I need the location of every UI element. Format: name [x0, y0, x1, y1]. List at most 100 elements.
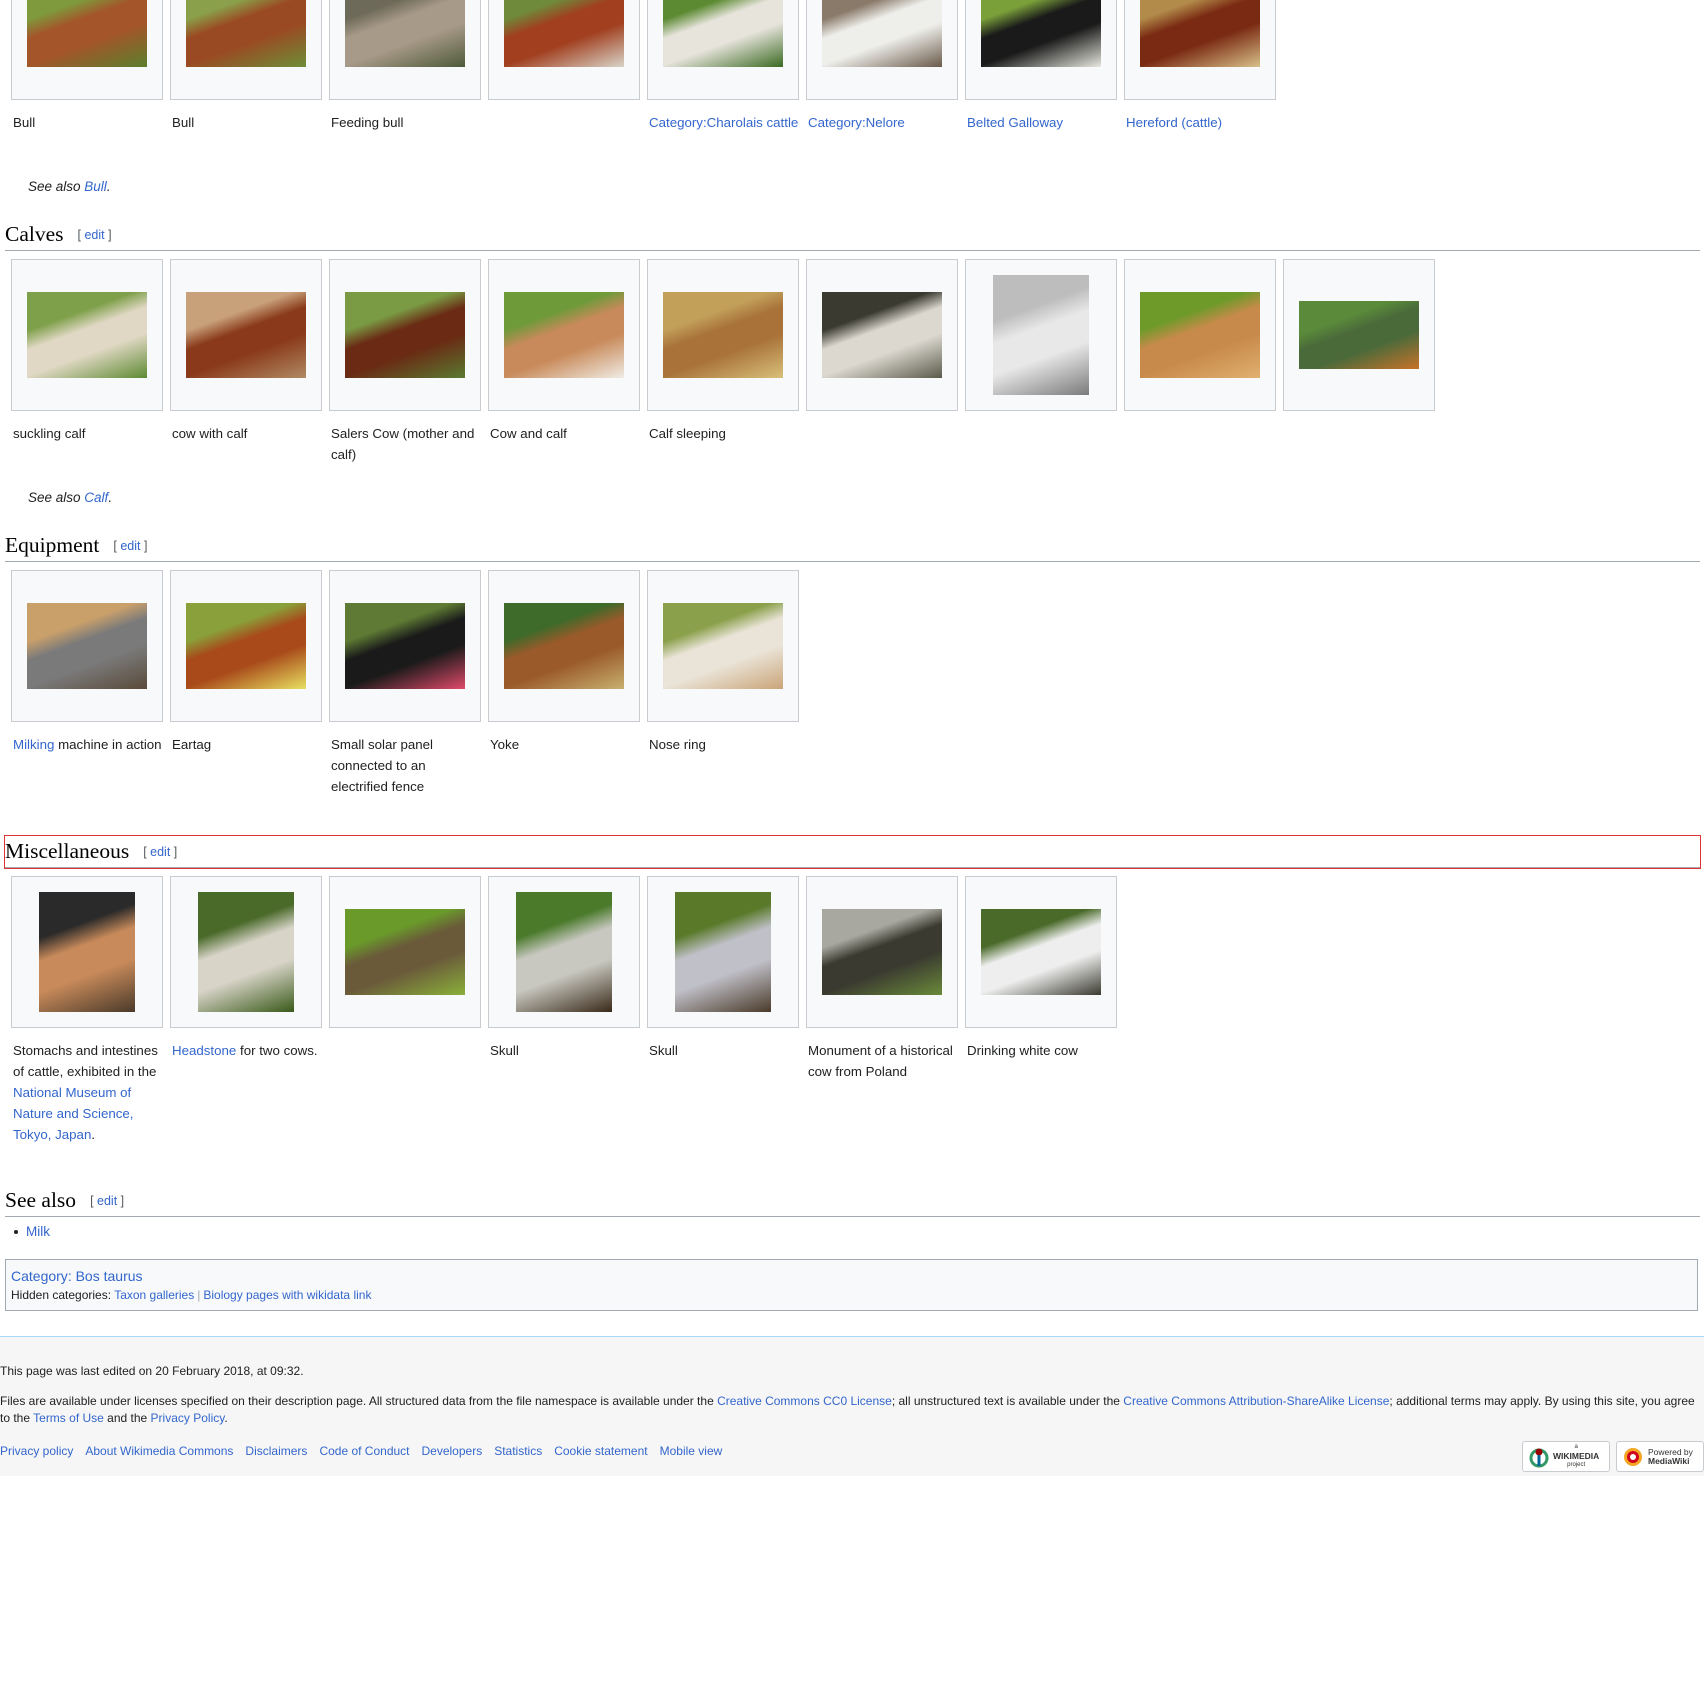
license-link[interactable]: Privacy Policy [151, 1411, 225, 1425]
thumbnail-image[interactable] [822, 292, 942, 378]
see-also-edit-section: [ edit ] [90, 1194, 124, 1208]
thumbnail-frame [329, 259, 481, 411]
thumbnail-frame [1283, 259, 1435, 411]
thumbnail-frame [170, 876, 322, 1028]
thumbnail-image[interactable] [993, 275, 1089, 395]
caption-text: Monument of a historical cow from Poland [808, 1043, 953, 1079]
thumbnail-image[interactable] [1140, 292, 1260, 378]
gallery-caption: Bull [11, 100, 165, 133]
thumbnail-frame [170, 259, 322, 411]
thumbnail-image[interactable] [27, 0, 147, 67]
gallery-item: Drinking white cow [965, 876, 1117, 1061]
caption-link[interactable]: Hereford (cattle) [1126, 115, 1222, 130]
footer-link[interactable]: Statistics [494, 1444, 542, 1458]
caption-link[interactable]: Headstone [172, 1043, 236, 1058]
thumbnail-image[interactable] [198, 892, 294, 1012]
thumbnail-image[interactable] [186, 603, 306, 689]
thumbnail-image[interactable] [186, 292, 306, 378]
thumbnail-image[interactable] [663, 292, 783, 378]
thumbnail-image[interactable] [663, 603, 783, 689]
thumbnail-frame [488, 570, 640, 722]
footer-link[interactable]: Developers [422, 1444, 483, 1458]
bull-link[interactable]: Bull [84, 179, 107, 194]
caption-link[interactable]: National Museum of Nature and Science, T… [13, 1085, 133, 1142]
gallery-item: Headstone for two cows. [170, 876, 322, 1061]
thumbnail-frame [11, 876, 163, 1028]
wikimedia-logo-icon [1529, 1448, 1549, 1467]
see-also-title: See also [5, 1188, 77, 1212]
equipment-edit-link[interactable]: edit [120, 539, 140, 553]
thumbnail-frame [11, 259, 163, 411]
thumbnail-frame [965, 0, 1117, 100]
hidden-category-link[interactable]: Taxon galleries [114, 1288, 194, 1302]
gallery-item [965, 259, 1117, 423]
thumbnail-image[interactable] [504, 292, 624, 378]
category-bos-taurus-link[interactable]: Bos taurus [76, 1268, 143, 1284]
thumbnail-image[interactable] [39, 892, 135, 1012]
thumbnail-image[interactable] [981, 0, 1101, 67]
see-also-suffix: . [106, 179, 111, 194]
thumbnail-image[interactable] [345, 909, 465, 995]
thumbnail-image[interactable] [1140, 0, 1260, 67]
caption-text: cow with calf [172, 426, 248, 441]
footer-link[interactable]: Disclaimers [245, 1444, 307, 1458]
thumbnail-image[interactable] [981, 909, 1101, 995]
license-link[interactable]: Creative Commons CC0 License [717, 1394, 892, 1408]
calf-link[interactable]: Calf [84, 490, 108, 505]
gallery-item: Cow and calf [488, 259, 640, 444]
thumbnail-frame [647, 259, 799, 411]
gallery-item [329, 876, 481, 1040]
thumbnail-image[interactable] [675, 892, 771, 1012]
footer-link[interactable]: Privacy policy [0, 1444, 73, 1458]
thumbnail-image[interactable] [504, 603, 624, 689]
gallery-item [488, 0, 640, 112]
see-also-list: Milk [14, 1224, 50, 1239]
caption-link[interactable]: Category:Nelore [808, 115, 905, 130]
thumbnail-image[interactable] [345, 603, 465, 689]
thumbnail-image[interactable] [822, 909, 942, 995]
caption-text: Eartag [172, 737, 212, 752]
calves-edit-link[interactable]: edit [84, 228, 104, 242]
thumbnail-frame [806, 0, 958, 100]
footer-link[interactable]: Code of Conduct [319, 1444, 409, 1458]
thumbnail-image[interactable] [822, 0, 942, 67]
gallery-caption [806, 411, 960, 423]
wikimedia-project-badge[interactable]: a WIKIMEDIA project [1522, 1441, 1610, 1472]
bracket-open: [ [90, 1194, 98, 1208]
milk-link[interactable]: Milk [26, 1224, 50, 1239]
gallery-caption: Skull [647, 1028, 801, 1061]
see-also-edit-link[interactable]: edit [97, 1194, 117, 1208]
see-also-prefix: See also [28, 490, 85, 505]
license-link[interactable]: Creative Commons Attribution-ShareAlike … [1123, 1394, 1389, 1408]
gallery-item: Salers Cow (mother and calf) [329, 259, 481, 465]
thumbnail-image[interactable] [504, 0, 624, 67]
thumbnail-image[interactable] [516, 892, 612, 1012]
gallery-caption: Drinking white cow [965, 1028, 1119, 1061]
thumbnail-image[interactable] [186, 0, 306, 67]
thumbnail-frame [647, 0, 799, 100]
powered-by-mediawiki-badge[interactable]: Powered by MediaWiki [1616, 1441, 1704, 1472]
caption-link[interactable]: Milking [13, 737, 54, 752]
see-also-suffix: . [108, 490, 113, 505]
equipment-heading: Equipment [ edit ] [5, 530, 1700, 562]
footer-links: Privacy policy About Wikimedia Commons Dis… [0, 1444, 734, 1458]
footer-link[interactable]: Mobile view [660, 1444, 723, 1458]
thumbnail-image[interactable] [345, 292, 465, 378]
caption-link[interactable]: Category:Charolais cattle [649, 115, 798, 130]
gallery-caption: Headstone for two cows. [170, 1028, 324, 1061]
thumbnail-image[interactable] [663, 0, 783, 67]
equipment-title: Equipment [5, 533, 100, 557]
hidden-category-link[interactable]: Biology pages with wikidata link [203, 1288, 371, 1302]
thumbnail-image[interactable] [27, 292, 147, 378]
colon: : [67, 1268, 76, 1284]
thumbnail-image[interactable] [1299, 301, 1419, 369]
miscellaneous-edit-link[interactable]: edit [150, 845, 170, 859]
caption-link[interactable]: Belted Galloway [967, 115, 1063, 130]
thumbnail-image[interactable] [27, 603, 147, 689]
thumbnail-frame [1124, 0, 1276, 100]
thumbnail-image[interactable] [345, 0, 465, 67]
footer-link[interactable]: Cookie statement [554, 1444, 647, 1458]
footer-link[interactable]: About Wikimedia Commons [85, 1444, 233, 1458]
license-link[interactable]: Terms of Use [33, 1411, 104, 1425]
categories-label-link[interactable]: Category [11, 1268, 68, 1284]
